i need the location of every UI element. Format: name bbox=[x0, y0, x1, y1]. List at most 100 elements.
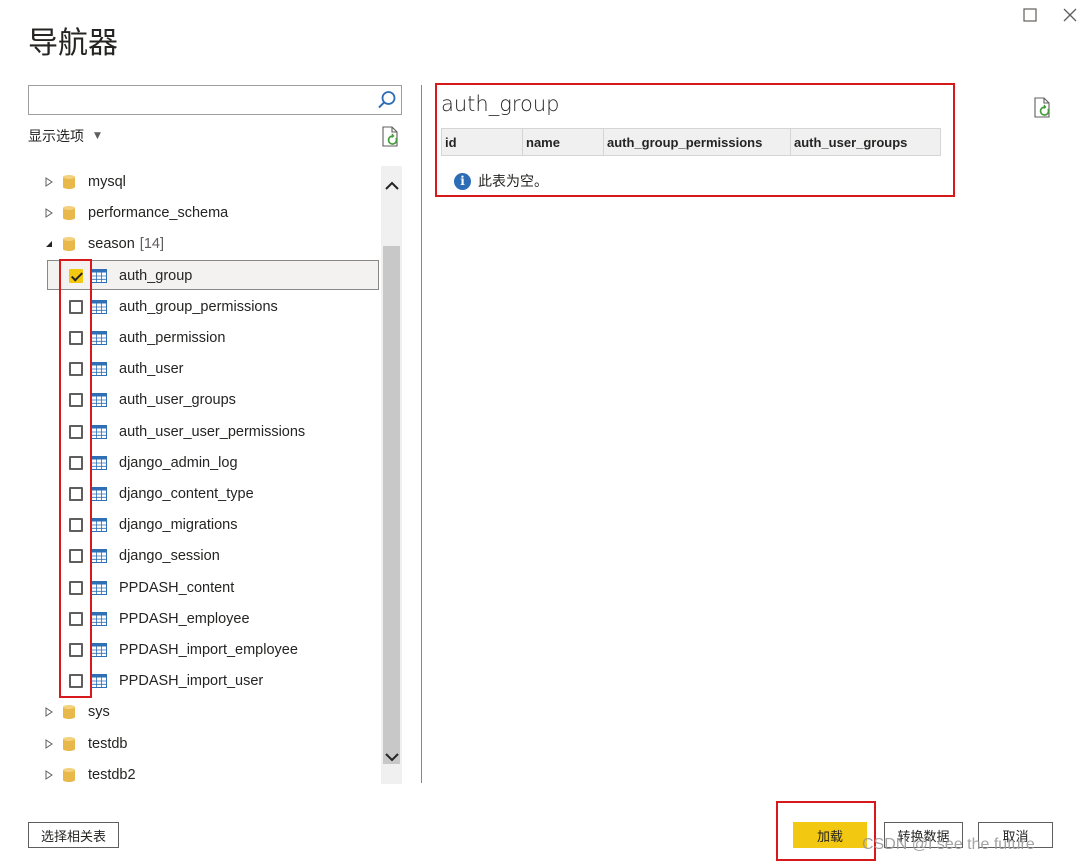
tree-item-database[interactable]: season [14] bbox=[28, 230, 380, 258]
table-checkbox[interactable] bbox=[69, 487, 83, 501]
expand-triangle-icon[interactable] bbox=[44, 769, 54, 781]
tree-item-table[interactable]: auth_user_user_permissions bbox=[28, 418, 380, 446]
refresh-icon[interactable] bbox=[380, 125, 402, 149]
tree-item-label: sys bbox=[88, 704, 110, 720]
tree-item-table[interactable]: auth_permission bbox=[28, 324, 380, 352]
table-icon bbox=[91, 518, 107, 532]
expand-triangle-icon[interactable] bbox=[44, 207, 54, 219]
empty-message-text: 此表为空。 bbox=[478, 174, 548, 190]
expand-triangle-icon[interactable] bbox=[44, 176, 54, 188]
scroll-up-button[interactable] bbox=[381, 175, 402, 197]
empty-table-message: i 此表为空。 bbox=[454, 171, 548, 191]
tree-item-label: mysql bbox=[88, 174, 126, 190]
table-icon bbox=[91, 456, 107, 470]
display-options-label: 显示选项 bbox=[28, 129, 84, 145]
table-checkbox[interactable] bbox=[69, 456, 83, 470]
table-checkbox[interactable] bbox=[69, 518, 83, 532]
scrollbar-thumb[interactable] bbox=[383, 246, 400, 764]
column-header[interactable]: name bbox=[523, 128, 604, 156]
tree-item-database[interactable]: testdb bbox=[28, 730, 380, 758]
tree-item-label: testdb bbox=[88, 736, 128, 752]
tree-item-label: auth_user_groups bbox=[119, 392, 236, 408]
table-checkbox[interactable] bbox=[69, 674, 83, 688]
tree-item-label: testdb2 bbox=[88, 767, 136, 783]
table-icon bbox=[91, 549, 107, 563]
table-checkbox[interactable] bbox=[69, 362, 83, 376]
column-header[interactable]: auth_user_groups bbox=[791, 128, 941, 156]
table-checkbox[interactable] bbox=[69, 393, 83, 407]
tree-item-database[interactable]: performance_schema bbox=[28, 199, 380, 227]
maximize-button[interactable] bbox=[1019, 4, 1041, 26]
table-checkbox[interactable] bbox=[69, 425, 83, 439]
column-header[interactable]: auth_group_permissions bbox=[604, 128, 791, 156]
tree-item-label: auth_user_user_permissions bbox=[119, 424, 306, 440]
table-checkbox[interactable] bbox=[69, 643, 83, 657]
display-options-dropdown[interactable]: 显示选项 ▼ bbox=[28, 126, 101, 146]
tree-item-table[interactable]: PPDASH_import_user bbox=[28, 667, 380, 695]
tree-item-label: auth_permission bbox=[119, 330, 226, 346]
table-checkbox[interactable] bbox=[69, 300, 83, 314]
expand-triangle-icon[interactable] bbox=[44, 738, 54, 750]
tree-item-label: PPDASH_import_employee bbox=[119, 642, 298, 658]
table-icon bbox=[91, 331, 107, 345]
tree-item-label: PPDASH_import_user bbox=[119, 673, 264, 689]
tree-item-label: PPDASH_employee bbox=[119, 611, 250, 627]
table-icon bbox=[91, 362, 107, 376]
chevron-up-icon bbox=[384, 181, 399, 190]
tree-item-table[interactable]: auth_user bbox=[28, 355, 380, 383]
tree-item-label: auth_group_permissions bbox=[119, 299, 278, 315]
expand-triangle-icon[interactable] bbox=[44, 706, 54, 718]
table-icon bbox=[91, 643, 107, 657]
tree-item-table[interactable]: PPDASH_employee bbox=[28, 605, 380, 633]
tree-item-label: django_migrations bbox=[119, 517, 238, 533]
table-icon bbox=[91, 612, 107, 626]
pane-divider[interactable] bbox=[421, 85, 422, 783]
tree-item-database[interactable]: mysql bbox=[28, 168, 380, 196]
tree-item-table[interactable]: auth_group_permissions bbox=[28, 293, 380, 321]
chevron-down-icon bbox=[384, 753, 399, 762]
tree-item-table[interactable]: PPDASH_import_employee bbox=[28, 636, 380, 664]
tree-item-database[interactable]: testdb2 bbox=[28, 761, 380, 789]
table-icon bbox=[91, 300, 107, 314]
preview-title: auth_group bbox=[441, 92, 560, 116]
table-icon bbox=[91, 674, 107, 688]
chevron-down-icon: ▼ bbox=[94, 131, 101, 141]
table-checkbox[interactable] bbox=[69, 549, 83, 563]
search-input[interactable] bbox=[29, 86, 369, 114]
tree-item-table[interactable]: django_session bbox=[28, 542, 380, 570]
search-box[interactable] bbox=[28, 85, 402, 115]
tree-item-table[interactable]: auth_user_groups bbox=[28, 386, 380, 414]
tree-item-label: season bbox=[88, 236, 135, 252]
tree-item-table[interactable]: django_content_type bbox=[28, 480, 380, 508]
select-related-tables-button[interactable]: 选择相关表 bbox=[28, 822, 119, 848]
info-icon: i bbox=[454, 172, 471, 190]
table-checkbox[interactable] bbox=[69, 331, 83, 345]
table-icon bbox=[91, 487, 107, 501]
column-header[interactable]: id bbox=[441, 128, 523, 156]
table-checkbox[interactable] bbox=[69, 269, 83, 283]
tree-item-table[interactable]: auth_group bbox=[28, 262, 380, 290]
preview-refresh-icon[interactable] bbox=[1032, 96, 1054, 120]
table-icon bbox=[91, 269, 107, 283]
tree-item-table[interactable]: django_migrations bbox=[28, 511, 380, 539]
database-icon bbox=[63, 175, 75, 189]
tree-item-database[interactable]: sys bbox=[28, 698, 380, 726]
tree-item-table[interactable]: django_admin_log bbox=[28, 449, 380, 477]
table-icon bbox=[91, 581, 107, 595]
close-button[interactable] bbox=[1059, 4, 1081, 26]
tree-item-count: [14] bbox=[139, 236, 164, 252]
scroll-down-button[interactable] bbox=[381, 746, 402, 768]
search-icon[interactable] bbox=[376, 89, 398, 111]
database-icon bbox=[63, 737, 75, 751]
table-checkbox[interactable] bbox=[69, 581, 83, 595]
table-checkbox[interactable] bbox=[69, 612, 83, 626]
load-button[interactable]: 加载 bbox=[793, 822, 867, 848]
tree-item-label: django_content_type bbox=[119, 486, 254, 502]
window-title: 导航器 bbox=[28, 26, 118, 61]
tree-item-label: django_session bbox=[119, 548, 220, 564]
database-icon bbox=[63, 206, 75, 220]
collapse-triangle-icon[interactable] bbox=[44, 238, 54, 250]
tree-item-table[interactable]: PPDASH_content bbox=[28, 574, 380, 602]
database-icon bbox=[63, 768, 75, 782]
tree-item-label: auth_group bbox=[119, 268, 193, 284]
